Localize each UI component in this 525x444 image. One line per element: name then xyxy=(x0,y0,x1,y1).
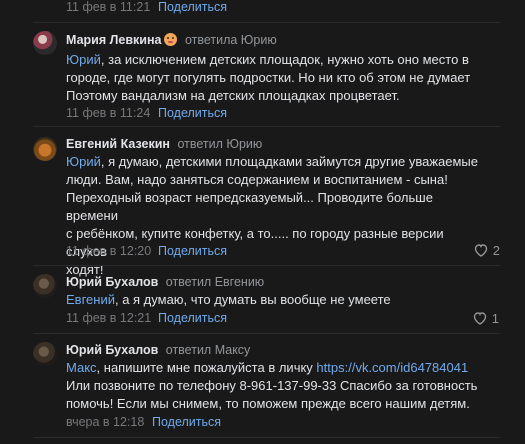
comment-time[interactable]: 11 фев в 11:24 xyxy=(66,106,150,120)
text-line: , за исключением детских площадок, нужно… xyxy=(100,52,469,67)
comment-header: Юрий Бухалов ответил Евгению xyxy=(66,275,264,289)
like-count: 1 xyxy=(491,310,499,326)
author-name[interactable]: Юрий Бухалов xyxy=(66,343,158,357)
heart-icon xyxy=(474,244,487,257)
comment-header: Мария Левкина ответила Юрию xyxy=(66,33,277,47)
comment-text: Евгений, а я думаю, что думать вы вообще… xyxy=(66,291,486,309)
comment-text: Юрий, я думаю, детскими площадками займу… xyxy=(66,153,486,279)
text-line: городе, где могут погулять подростки. Но… xyxy=(66,70,471,85)
text-line: люди. Вам, надо заняться содержанием и в… xyxy=(66,172,448,187)
share-link[interactable]: Поделиться xyxy=(158,106,227,120)
text-line: Переходный возраст непредсказуемый... Пр… xyxy=(66,190,433,223)
reply-to[interactable]: ответил Юрию xyxy=(177,137,262,151)
text-line: , я думаю, детскими площадками займутся … xyxy=(100,154,478,169)
like-button[interactable]: 2 xyxy=(473,242,500,258)
comment-header: Юрий Бухалов ответил Максу xyxy=(66,343,250,357)
mention-link[interactable]: Макс xyxy=(66,360,97,375)
comment-time[interactable]: 11 фев в 12:21 xyxy=(66,311,151,325)
text-line: помочь! Если мы снимем, то поможем прежд… xyxy=(66,396,470,411)
avatar[interactable] xyxy=(33,342,57,366)
mention-link[interactable]: Юрий xyxy=(66,52,101,67)
share-link[interactable]: Поделиться xyxy=(152,415,221,429)
comment-item: Юрий Бухалов ответил Максу Макс, напишит… xyxy=(0,341,525,441)
reply-to[interactable]: ответил Евгению xyxy=(166,275,264,289)
comment-text: Юрий, за исключением детских площадок, н… xyxy=(66,51,486,105)
comment-item: Мария Левкина ответила Юрию Юрий, за иск… xyxy=(0,30,525,125)
divider xyxy=(33,126,500,127)
text-line: Поэтому вандализм на детских площадках п… xyxy=(66,88,400,103)
text-line: Или позвоните по телефону 8-961-137-99-3… xyxy=(66,378,478,393)
comment-text: Макс, напишите мне пожалуйста в личку ht… xyxy=(66,359,506,413)
share-link[interactable]: Поделиться xyxy=(158,0,227,14)
comment-header: Евгений Казекин ответил Юрию xyxy=(66,137,262,151)
previous-comment-footer: 11 фев в 11:21 Поделиться xyxy=(0,0,525,22)
avatar[interactable] xyxy=(33,31,57,55)
comment-item: Юрий Бухалов ответил Евгению Евгений, а … xyxy=(0,273,525,333)
share-link[interactable]: Поделиться xyxy=(158,244,227,258)
divider xyxy=(33,333,500,334)
reply-to[interactable]: ответила Юрию xyxy=(185,33,277,47)
mention-link[interactable]: Евгений xyxy=(66,292,115,307)
emoji-status-icon xyxy=(164,33,178,46)
comments-thread: 11 фев в 11:21 Поделиться Мария Левкина … xyxy=(0,0,525,444)
divider xyxy=(33,22,500,23)
text-line: , напишите мне пожалуйста в личку xyxy=(96,360,317,375)
comment-time[interactable]: 11 фев в 11:21 xyxy=(66,0,150,14)
heart-icon xyxy=(473,312,486,325)
reply-to[interactable]: ответил Максу xyxy=(166,343,251,357)
author-name[interactable]: Евгений Казекин xyxy=(66,137,170,151)
profile-link[interactable]: https://vk.com/id64784041 xyxy=(316,360,468,375)
like-count: 2 xyxy=(492,242,500,258)
text-line: , а я думаю, что думать вы вообще не уме… xyxy=(114,292,391,307)
divider xyxy=(33,265,500,266)
comment-time[interactable]: вчера в 12:18 xyxy=(66,415,144,429)
comment-time[interactable]: 11 фев в 12:20 xyxy=(66,244,151,258)
divider xyxy=(33,437,500,438)
like-button[interactable]: 1 xyxy=(472,310,499,326)
mention-link[interactable]: Юрий xyxy=(66,154,101,169)
avatar[interactable] xyxy=(33,137,57,161)
avatar[interactable] xyxy=(33,274,57,298)
author-name[interactable]: Юрий Бухалов xyxy=(66,275,158,289)
share-link[interactable]: Поделиться xyxy=(158,311,227,325)
author-name[interactable]: Мария Левкина xyxy=(66,33,161,47)
comment-item: Евгений Казекин ответил Юрию Юрий, я дум… xyxy=(0,134,525,277)
